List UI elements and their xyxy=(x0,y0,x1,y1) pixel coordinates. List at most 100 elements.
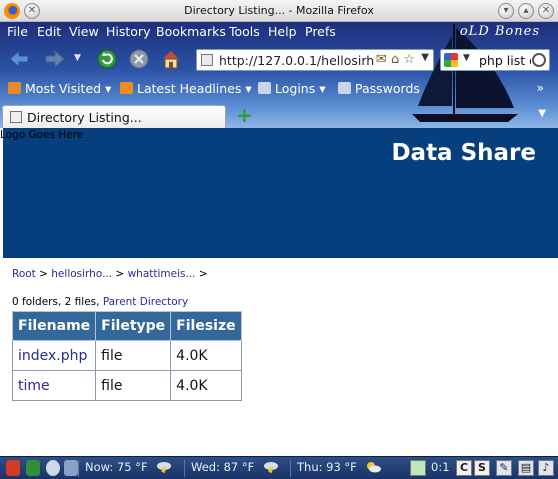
logo-placeholder: Logo Goes Here xyxy=(0,129,84,141)
theme-name-label: oLD Bones xyxy=(459,24,540,39)
folder-icon xyxy=(338,82,351,94)
breadcrumb-link[interactable]: whattimeis... xyxy=(128,268,196,280)
search-magnifier-icon[interactable] xyxy=(532,53,546,67)
breadcrumb-separator: > xyxy=(35,268,52,280)
network-icon[interactable]: ▤ xyxy=(518,460,534,476)
window-titlebar: ✕ Directory Listing... - Mozilla Firefox… xyxy=(0,0,558,22)
breadcrumb-link[interactable]: hellosirho... xyxy=(51,268,112,280)
clock-icon[interactable] xyxy=(46,460,60,476)
file-link[interactable]: index.php xyxy=(18,348,87,364)
battery-icon[interactable] xyxy=(410,460,426,476)
bookmark-passwords[interactable]: Passwords xyxy=(338,81,420,96)
history-dropdown-icon[interactable]: ▼ xyxy=(74,53,81,63)
menu-tools[interactable]: Tools xyxy=(229,24,260,39)
alert-icon[interactable] xyxy=(6,460,20,476)
workspace-indicator[interactable]: 0:1 xyxy=(431,460,450,474)
column-header-filename: Filename xyxy=(11,311,97,341)
url-text[interactable]: http://127.0.0.1/hellosirh xyxy=(219,53,374,68)
rss-feed-icon xyxy=(120,82,133,94)
url-bar[interactable]: http://127.0.0.1/hellosirh ✉ ⌂ ☆ ▼ xyxy=(196,49,434,71)
breadcrumb-root-link[interactable]: Root xyxy=(12,268,36,280)
file-table: Filename Filetype Filesize index.php fil… xyxy=(11,311,242,401)
page-content: Data Share Logo Goes Here Root > hellosi… xyxy=(0,128,558,456)
tab-strip: Directory Listing... + ▼ xyxy=(0,102,558,128)
folder-icon xyxy=(8,82,21,94)
thunderstorm-icon xyxy=(263,462,278,473)
folder-icon xyxy=(258,82,271,94)
browser-chrome: oLD Bones File Edit View History Bookmar… xyxy=(0,22,558,128)
new-tab-plus-icon[interactable]: + xyxy=(236,105,253,125)
system-taskbar: Now: 75 °F Wed: 87 °F Thu: 93 °F 0:1 C S… xyxy=(0,456,558,479)
reload-icon[interactable] xyxy=(96,48,118,70)
home-icon[interactable] xyxy=(160,48,182,70)
filetype-cell: file xyxy=(95,340,172,371)
filesize-cell: 4.0K xyxy=(170,340,242,371)
c-app-icon[interactable]: C xyxy=(456,460,472,476)
bookmark-label: Passwords xyxy=(355,81,420,96)
bookmark-label: Latest Headlines xyxy=(137,81,242,96)
weather-wednesday[interactable]: Wed: 87 °F xyxy=(184,460,279,477)
minimize-button[interactable]: ▾ xyxy=(498,3,514,19)
leaf-icon[interactable] xyxy=(26,460,40,476)
filename-cell: time xyxy=(11,370,97,401)
maximize-button[interactable]: ▴ xyxy=(518,3,534,19)
weather-label: Wed: 87 °F xyxy=(191,460,255,474)
weather-thursday[interactable]: Thu: 93 °F xyxy=(290,460,382,477)
menu-edit[interactable]: Edit xyxy=(37,24,61,39)
listing-summary: 0 folders, 2 files, Parent Directory xyxy=(12,296,188,308)
forward-arrow-icon[interactable] xyxy=(44,48,66,70)
filesize-cell: 4.0K xyxy=(170,370,242,401)
table-header-row: Filename Filetype Filesize xyxy=(11,311,242,341)
site-header-banner: Data Share xyxy=(3,128,558,258)
tab-list-dropdown-icon[interactable]: ▼ xyxy=(538,108,546,119)
google-icon[interactable] xyxy=(444,53,458,67)
menu-bookmarks[interactable]: Bookmarks xyxy=(156,24,226,39)
tab-directory-listing[interactable]: Directory Listing... xyxy=(2,105,226,128)
table-row: time file 4.0K xyxy=(11,370,242,401)
search-input[interactable]: php list d xyxy=(479,53,531,68)
close-window-button[interactable]: ✕ xyxy=(538,3,554,19)
partly-sunny-icon xyxy=(367,462,382,473)
menu-file[interactable]: File xyxy=(7,24,28,39)
bookmarks-overflow-icon[interactable]: » xyxy=(537,81,544,95)
page-favicon-icon xyxy=(201,54,213,66)
weather-now[interactable]: Now: 75 °F xyxy=(78,460,172,477)
menu-view[interactable]: View xyxy=(69,24,99,39)
file-link[interactable]: time xyxy=(18,378,50,394)
volume-icon[interactable]: ♪ xyxy=(538,460,554,476)
tab-favicon-icon xyxy=(10,111,22,123)
bookmark-label: Logins xyxy=(275,81,316,96)
bookmark-latest-headlines[interactable]: Latest Headlines ▾ xyxy=(120,81,252,96)
menu-help[interactable]: Help xyxy=(268,24,297,39)
breadcrumb-separator: > xyxy=(112,268,128,280)
bookmark-logins[interactable]: Logins ▾ xyxy=(258,81,325,96)
url-action-icons[interactable]: ✉ ⌂ ☆ xyxy=(376,52,415,67)
parent-directory-link[interactable]: Parent Directory xyxy=(103,296,188,308)
window-title: Directory Listing... - Mozilla Firefox xyxy=(184,4,374,17)
s-app-icon[interactable]: S xyxy=(474,460,490,476)
site-title: Data Share xyxy=(391,140,536,166)
bookmark-most-visited[interactable]: Most Visited ▾ xyxy=(8,81,111,96)
bookmarks-toolbar: Most Visited ▾ Latest Headlines ▾ Logins… xyxy=(0,79,558,99)
back-arrow-icon[interactable] xyxy=(8,48,30,70)
search-engine-dropdown-icon[interactable]: ▼ xyxy=(463,53,470,63)
bookmark-label: Most Visited xyxy=(25,81,102,96)
filetype-cell: file xyxy=(95,370,172,401)
notes-icon[interactable] xyxy=(64,460,78,476)
menu-history[interactable]: History xyxy=(106,24,150,39)
menu-prefs[interactable]: Prefs xyxy=(305,24,336,39)
url-dropdown-icon[interactable]: ▼ xyxy=(421,52,429,63)
weather-label: Thu: 93 °F xyxy=(297,460,357,474)
tab-title: Directory Listing... xyxy=(27,110,142,125)
weather-label: Now: 75 °F xyxy=(85,460,148,474)
column-header-filesize: Filesize xyxy=(170,311,242,341)
breadcrumb-trail-end: > xyxy=(195,268,208,280)
thunderstorm-icon xyxy=(157,462,172,473)
stop-icon[interactable] xyxy=(128,48,150,70)
navigation-toolbar: ▼ http://127.0.0.1/hellosirh ✉ ⌂ ☆ ▼ ▼ p… xyxy=(0,45,558,75)
filename-cell: index.php xyxy=(11,340,97,371)
column-header-filetype: Filetype xyxy=(95,311,172,341)
search-bar[interactable]: ▼ php list d xyxy=(440,49,550,71)
pen-icon[interactable]: ✎ xyxy=(496,460,512,476)
summary-counts: 0 folders, 2 files, xyxy=(12,296,103,308)
